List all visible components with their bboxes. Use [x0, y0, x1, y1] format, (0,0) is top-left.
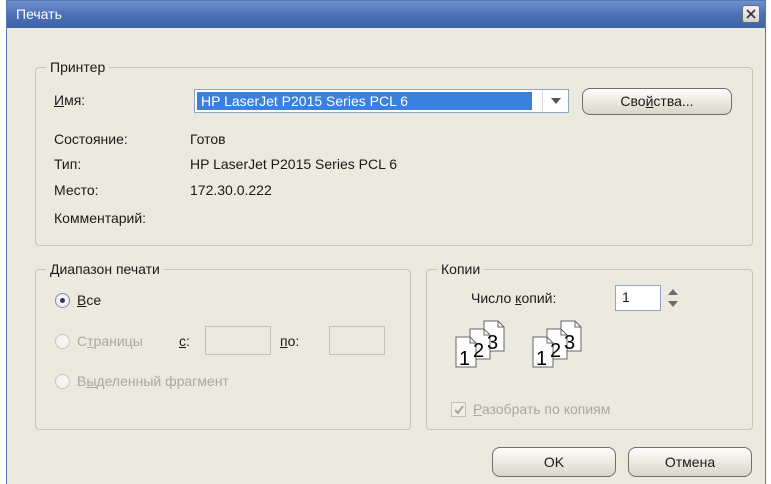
page-number-1: 1: [459, 348, 470, 370]
type-label: Тип:: [54, 156, 82, 172]
copies-count-value: 1: [622, 289, 630, 305]
collate-illustration-2: 1 2 3: [532, 320, 582, 370]
print-dialog: Печать Принтер Имя: HP LaserJet P2015 Se…: [6, 0, 766, 484]
copies-count-label: Число копий:: [471, 290, 557, 306]
range-pages-radio[interactable]: [55, 334, 70, 349]
copies-spinner[interactable]: [666, 285, 680, 311]
collate-checkbox[interactable]: [451, 402, 466, 417]
title-bar[interactable]: Печать: [7, 1, 765, 28]
range-to-label: по:: [280, 333, 300, 349]
checkmark-icon: [454, 405, 464, 415]
ok-button[interactable]: OK: [492, 447, 616, 477]
chevron-down-icon: [551, 98, 561, 104]
location-value: 172.30.0.222: [190, 182, 272, 198]
comment-label: Комментарий:: [54, 210, 147, 226]
status-label: Состояние:: [54, 131, 128, 147]
printer-name-select[interactable]: HP LaserJet P2015 Series PCL 6: [194, 89, 569, 113]
range-selection-label[interactable]: Выделенный фрагмент: [77, 373, 229, 390]
ok-button-label: OK: [543, 454, 565, 470]
printer-name-value: HP LaserJet P2015 Series PCL 6: [197, 92, 532, 110]
radio-selected-dot: [60, 298, 65, 303]
collate-label[interactable]: Разобрать по копиям: [473, 401, 610, 418]
copies-group-label: Копии: [437, 261, 485, 277]
copies-count-input[interactable]: 1: [615, 285, 661, 311]
page-number-2: 2: [473, 340, 484, 362]
close-icon: [746, 9, 756, 19]
range-all-label[interactable]: Все: [77, 292, 101, 309]
range-from-input[interactable]: [205, 326, 271, 355]
printer-name-label: Имя:: [54, 92, 86, 108]
window-title: Печать: [16, 6, 62, 22]
type-value: HP LaserJet P2015 Series PCL 6: [190, 156, 398, 172]
properties-button-label: Свойства...: [620, 93, 694, 109]
print-range-group-label: Диапазон печати: [46, 261, 164, 277]
cancel-button[interactable]: Отмена: [628, 447, 752, 477]
status-value: Готов: [190, 131, 226, 147]
close-button[interactable]: [742, 5, 760, 23]
spinner-arrows-icon: [668, 289, 678, 307]
range-selection-radio[interactable]: [55, 374, 70, 389]
cancel-button-label: Отмена: [664, 454, 716, 470]
page-number-1: 1: [536, 348, 547, 370]
collate-illustration-1: 1 2 3: [455, 320, 505, 370]
properties-button[interactable]: Свойства...: [582, 88, 732, 115]
range-all-radio[interactable]: [55, 293, 70, 308]
page-number-3: 3: [564, 332, 575, 354]
range-to-input[interactable]: [329, 326, 385, 355]
printer-group-label: Принтер: [46, 59, 110, 75]
dropdown-button[interactable]: [542, 90, 568, 112]
range-from-label: с:: [179, 333, 190, 349]
page-number-2: 2: [550, 340, 561, 362]
range-pages-label[interactable]: Страницы: [77, 333, 143, 350]
page-number-3: 3: [487, 332, 498, 354]
location-label: Место:: [54, 182, 99, 198]
